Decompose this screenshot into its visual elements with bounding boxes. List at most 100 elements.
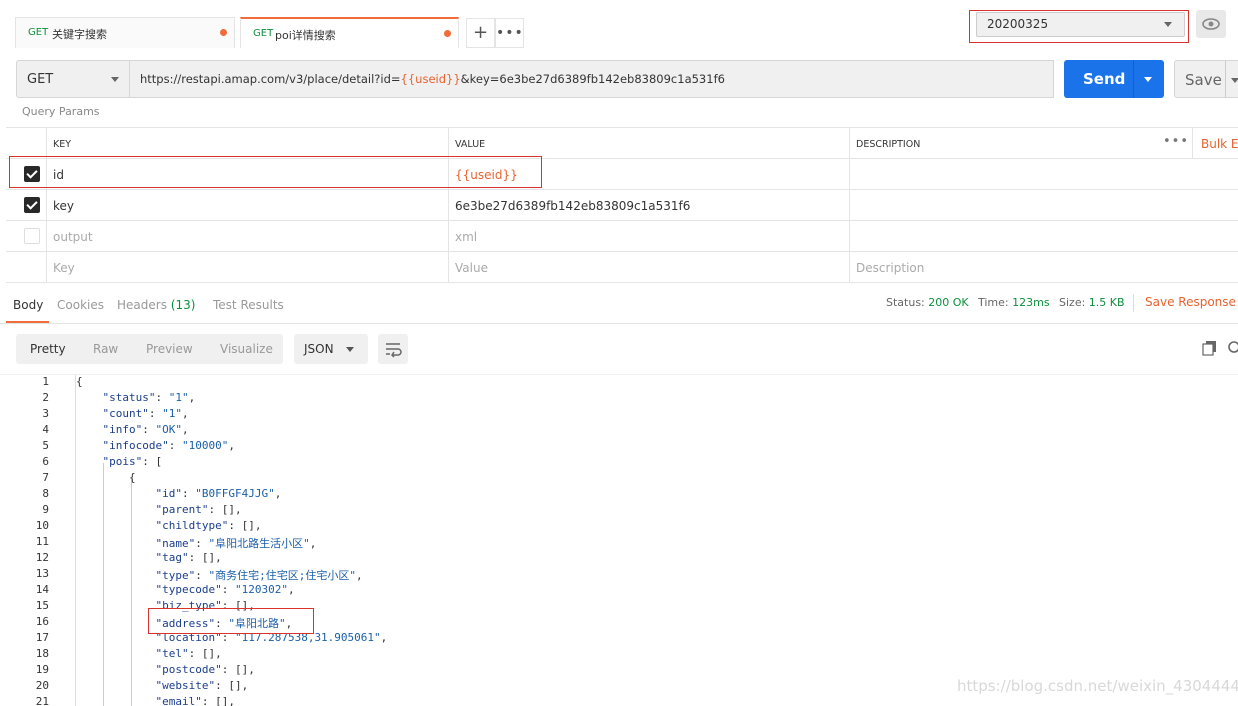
more-tabs-icon[interactable]: ••• [495,18,524,48]
code-line: { [76,471,136,484]
code-line: "email": [], [155,695,235,706]
wrap-lines-button[interactable] [378,334,408,364]
send-button[interactable]: Send [1064,60,1164,98]
eye-icon [1202,18,1220,30]
tab-headers-label: Headers [117,298,167,312]
bulk-edit-link[interactable]: Bulk Ed [1201,137,1238,151]
tab-headers[interactable]: Headers (13) [117,298,195,312]
highlight-box [9,156,542,188]
param-key-cell[interactable]: key [46,190,448,221]
request-tab-keyword-search[interactable]: GET 关键字搜索 [15,17,235,48]
tab-body[interactable]: Body [13,298,43,312]
line-number: 6 [42,455,49,468]
response-size: Size: 1.5 KB [1059,296,1125,309]
http-method-value: GET [27,72,54,87]
code-line: "status": "1", [102,391,196,404]
more-options-icon[interactable]: ••• [1163,134,1189,149]
param-value-cell[interactable]: xml [448,221,850,252]
line-number: 19 [35,663,49,676]
table-header-row: KEY VALUE DESCRIPTION ••• Bulk Ed [6,127,1238,159]
time-value: 123ms [1012,296,1050,309]
param-description-cell[interactable] [849,190,1238,221]
http-method-select[interactable]: GET [16,60,130,98]
code-line: { [76,375,83,388]
row-checkbox[interactable] [24,228,40,244]
line-number-gutter: 1 2 3 4 5 6 7 8 9 10 11 12 13 14 15 16 17 18 19 20 21 [0,375,76,706]
url-suffix: &key=6e3be27d6389fb142eb83809c1a531f6 [460,72,725,86]
highlight-box [969,10,1189,43]
new-tab-plus-icon[interactable]: + [466,18,495,48]
environment-quick-look-button[interactable] [1196,10,1226,38]
code-line: "pois": [ [102,455,163,468]
code-line: "type": "商务住宅;住宅区;住宅小区", [155,569,363,582]
line-number: 4 [42,423,49,436]
search-icon[interactable] [1226,340,1238,356]
param-description-cell[interactable] [849,159,1238,190]
highlight-box [148,608,314,634]
view-raw-button[interactable]: Raw [93,342,118,356]
table-row: key 6e3be27d6389fb142eb83809c1a531f6 [6,189,1238,221]
format-value: JSON [304,342,334,356]
request-url-input[interactable]: https://restapi.amap.com/v3/place/detail… [130,60,1054,98]
divider [1133,294,1134,312]
watermark: https://blog.csdn.net/weixin_43044440 [957,677,1238,695]
table-row-new: Key Value Description [6,251,1238,283]
key-placeholder: Key [53,261,75,275]
param-description-cell[interactable] [849,221,1238,252]
request-tab-poi-detail[interactable]: GET poi详情搜索 [240,17,459,48]
param-value: 6e3be27d6389fb142eb83809c1a531f6 [455,199,691,213]
format-select[interactable]: JSON [294,334,368,364]
param-value: xml [455,230,478,244]
param-value-cell[interactable]: 6e3be27d6389fb142eb83809c1a531f6 [448,190,850,221]
request-url: https://restapi.amap.com/v3/place/detail… [140,72,725,86]
status-value: 200 OK [928,296,969,309]
line-number: 8 [42,487,49,500]
wrap-icon [386,343,402,358]
status-label: Status: [886,296,925,309]
tab-title: poi详情搜索 [275,29,336,42]
send-label: Send [1083,70,1126,88]
view-visualize-button[interactable]: Visualize [220,342,273,356]
line-number: 12 [35,551,49,564]
new-key-input[interactable]: Key [46,252,448,283]
line-number: 1 [42,375,49,388]
code-line: "childtype": [], [155,519,262,532]
view-preview-button[interactable]: Preview [146,342,193,356]
line-number: 18 [35,647,49,660]
row-checkbox[interactable] [24,197,40,213]
line-number: 5 [42,439,49,452]
divider [1133,60,1134,98]
value-placeholder: Value [455,261,488,275]
column-header-value: VALUE [455,139,486,150]
unsaved-dot-icon [220,29,227,36]
response-tabs: Body Cookies Headers (13) Test Results S… [0,290,1238,324]
new-description-input[interactable]: Description [849,252,1238,283]
line-number: 13 [35,567,49,580]
line-number: 17 [35,631,49,644]
headers-count: (13) [170,298,196,312]
tab-cookies[interactable]: Cookies [57,298,104,312]
send-options-chevron-icon[interactable] [1144,77,1152,82]
line-number: 7 [42,471,49,484]
query-params-title: Query Params [22,105,100,117]
code-line: "id": "B0FFGF4JJG", [155,487,282,500]
save-options-chevron-icon[interactable] [1231,78,1238,83]
view-pretty-button[interactable]: Pretty [30,342,66,356]
copy-icon[interactable] [1202,340,1218,359]
time-label: Time: [978,296,1009,309]
new-value-input[interactable]: Value [448,252,850,283]
request-tab-bar: GET 关键字搜索 GET poi详情搜索 + ••• 20200325 [0,0,1238,50]
code-line: "count": "1", [102,407,189,420]
code-line: "tel": [], [155,647,222,660]
unsaved-dot-icon [444,30,451,37]
line-number: 14 [35,583,49,596]
description-placeholder: Description [856,261,925,275]
response-body-editor[interactable]: 1 2 3 4 5 6 7 8 9 10 11 12 13 14 15 16 17 18 19 20 21 { "sta… [0,374,1238,706]
param-key-cell[interactable]: output [46,221,448,252]
code-line: "postcode": [], [155,663,255,676]
url-variable: {{useid}} [400,72,461,86]
tab-test-results[interactable]: Test Results [213,298,284,312]
tab-method: GET [28,27,49,38]
save-response-button[interactable]: Save Response [1145,295,1236,309]
save-button[interactable]: Save [1174,60,1238,98]
